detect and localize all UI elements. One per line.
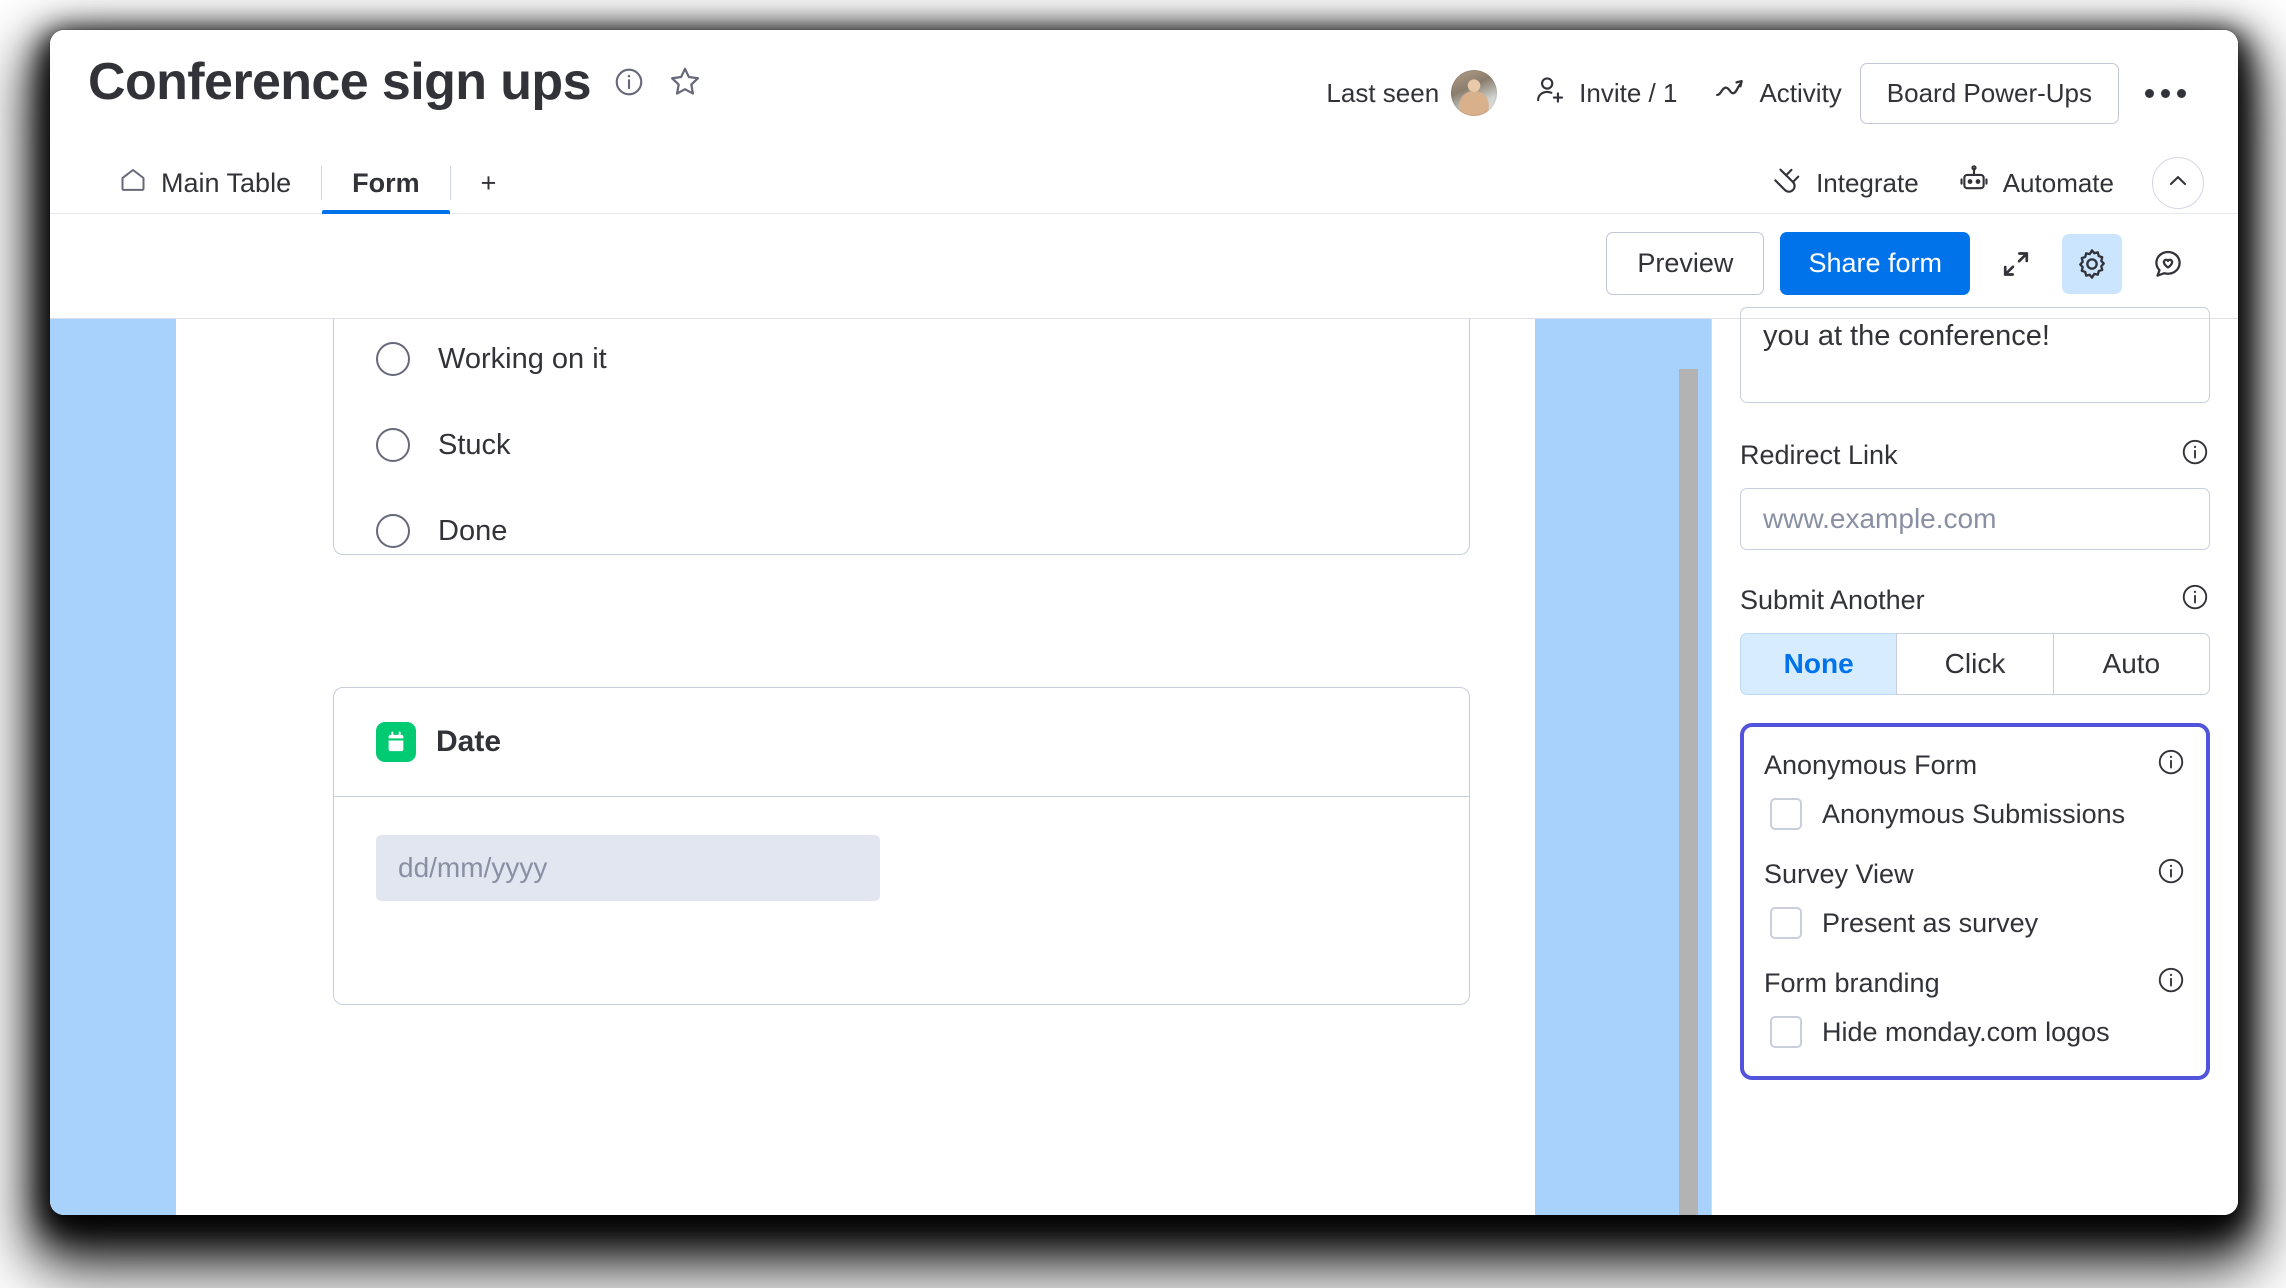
form-toolbar: Preview Share form [50, 214, 2238, 319]
date-question-card: Date dd/mm/yyyy [333, 687, 1470, 1005]
anonymous-submissions-checkbox-row[interactable]: Anonymous Submissions [1770, 798, 2186, 830]
date-card-header: Date [334, 688, 1469, 797]
person-add-icon [1533, 73, 1567, 114]
form-toolbar-actions: Preview Share form [1606, 232, 2198, 295]
form-settings-gear-icon[interactable] [2062, 233, 2122, 294]
automate-button[interactable]: Automate [1941, 155, 2130, 212]
segment-click[interactable]: Click [1896, 633, 2054, 695]
integrate-label: Integrate [1816, 167, 1919, 198]
page-title: Conference sign ups [88, 53, 592, 111]
home-icon [118, 165, 148, 202]
present-as-survey-checkbox-row[interactable]: Present as survey [1770, 907, 2186, 939]
preview-button[interactable]: Preview [1606, 232, 1765, 295]
survey-view-label-row: Survey View [1764, 856, 2186, 893]
view-tabs: Main Table Form + [88, 152, 527, 215]
form-settings-panel: you at the conference! Redirect Link www… [1679, 307, 2238, 1215]
checkbox-icon[interactable] [1770, 1016, 1802, 1048]
activity-button[interactable]: Activity [1695, 63, 1859, 124]
form-sheet: Working on it Stuck Done Date dd/mm/yyyy [176, 319, 1535, 1215]
radio-label: Stuck [438, 428, 511, 461]
checkbox-icon[interactable] [1770, 798, 1802, 830]
hide-monday-logos-checkbox-row[interactable]: Hide monday.com logos [1770, 1016, 2186, 1048]
info-circle-icon[interactable] [613, 66, 645, 98]
invite-label: Invite / 1 [1579, 77, 1678, 108]
header-actions: Last seen Invite / 1 Activity Board Powe… [1308, 60, 2202, 126]
radio-circle-icon [376, 514, 410, 548]
form-branding-label-row: Form branding [1764, 965, 2186, 1002]
redirect-link-label: Redirect Link [1740, 440, 1898, 470]
automate-label: Automate [2002, 167, 2114, 198]
avatar[interactable] [1451, 70, 1498, 116]
settings-scrollbar[interactable] [1679, 369, 1698, 1215]
ending-message-textarea[interactable]: you at the conference! [1740, 307, 2210, 403]
calendar-icon [376, 722, 416, 762]
submit-another-segmented-control: None Click Auto [1740, 633, 2210, 695]
date-card-body: dd/mm/yyyy [334, 797, 1469, 943]
radio-option-working-on-it[interactable]: Working on it [376, 342, 1427, 376]
tab-main-table[interactable]: Main Table [88, 152, 321, 214]
redirect-link-label-row: Redirect Link [1740, 437, 2210, 474]
activity-trend-icon [1713, 73, 1747, 114]
feedback-heart-bubble-icon[interactable] [2138, 234, 2198, 294]
activity-label: Activity [1759, 77, 1842, 108]
info-circle-icon[interactable] [2156, 856, 2186, 893]
star-outline-icon[interactable] [667, 64, 703, 100]
survey-view-label: Survey View [1764, 859, 1914, 889]
present-as-survey-label: Present as survey [1822, 907, 2039, 938]
anonymous-form-label: Anonymous Form [1764, 750, 1978, 780]
hide-monday-logos-label: Hide monday.com logos [1822, 1016, 2110, 1047]
checkbox-icon[interactable] [1770, 907, 1802, 939]
submit-another-label: Submit Another [1740, 585, 1925, 615]
integrate-button[interactable]: Integrate [1756, 156, 1935, 211]
tab-main-table-label: Main Table [161, 167, 292, 198]
date-input[interactable]: dd/mm/yyyy [376, 835, 880, 901]
radio-label: Done [438, 514, 508, 547]
segment-none[interactable]: None [1740, 633, 1897, 695]
app-window: Conference sign ups Last seen Invite / 1… [50, 30, 2238, 1215]
segment-auto[interactable]: Auto [2053, 633, 2210, 695]
form-preview-pane: Working on it Stuck Done Date dd/mm/yyyy [50, 319, 1711, 1215]
board-title-row: Conference sign ups [88, 56, 703, 108]
anonymous-form-label-row: Anonymous Form [1764, 747, 2186, 784]
last-seen-group[interactable]: Last seen [1308, 60, 1515, 126]
info-circle-icon[interactable] [2180, 582, 2210, 619]
submit-another-label-row: Submit Another [1740, 582, 2210, 619]
ending-message-text: you at the conference! [1763, 320, 2050, 352]
board-header: Conference sign ups Last seen Invite / 1… [50, 30, 2238, 152]
info-circle-icon[interactable] [2180, 437, 2210, 474]
collapse-header-button[interactable] [2152, 157, 2204, 209]
chevron-up-icon [2165, 168, 2191, 199]
radio-label: Working on it [438, 342, 607, 375]
add-view-button[interactable]: + [451, 152, 527, 214]
plug-icon [1772, 164, 1804, 203]
radio-circle-icon [376, 342, 410, 376]
board-power-ups-button[interactable]: Board Power-Ups [1859, 62, 2119, 124]
info-circle-icon[interactable] [2156, 747, 2186, 784]
highlighted-settings-group: Anonymous Form Anonymous Submissions Sur… [1740, 723, 2210, 1080]
form-branding-label: Form branding [1764, 968, 1940, 998]
form-editor-body: Working on it Stuck Done Date dd/mm/yyyy… [50, 307, 2238, 1215]
tab-form[interactable]: Form [322, 152, 450, 215]
status-question-card: Working on it Stuck Done [333, 319, 1470, 555]
date-card-title: Date [436, 725, 502, 758]
info-circle-icon[interactable] [2156, 965, 2186, 1002]
radio-option-stuck[interactable]: Stuck [376, 428, 1427, 462]
robot-icon [1957, 163, 1991, 204]
more-options-icon[interactable] [2129, 75, 2202, 112]
invite-button[interactable]: Invite / 1 [1515, 63, 1695, 124]
view-tab-bar: Main Table Form + Integrate Automate [50, 152, 2238, 215]
radio-circle-icon [376, 428, 410, 462]
expand-icon[interactable] [1986, 234, 2046, 294]
status-options: Working on it Stuck Done [334, 319, 1469, 590]
tab-form-label: Form [352, 167, 420, 198]
redirect-link-input[interactable]: www.example.com [1740, 488, 2210, 550]
anonymous-submissions-label: Anonymous Submissions [1822, 798, 2126, 829]
last-seen-label: Last seen [1326, 77, 1440, 108]
tab-bar-actions: Integrate Automate [1756, 152, 2204, 214]
radio-option-done[interactable]: Done [376, 514, 1427, 548]
share-form-button[interactable]: Share form [1780, 232, 1970, 295]
